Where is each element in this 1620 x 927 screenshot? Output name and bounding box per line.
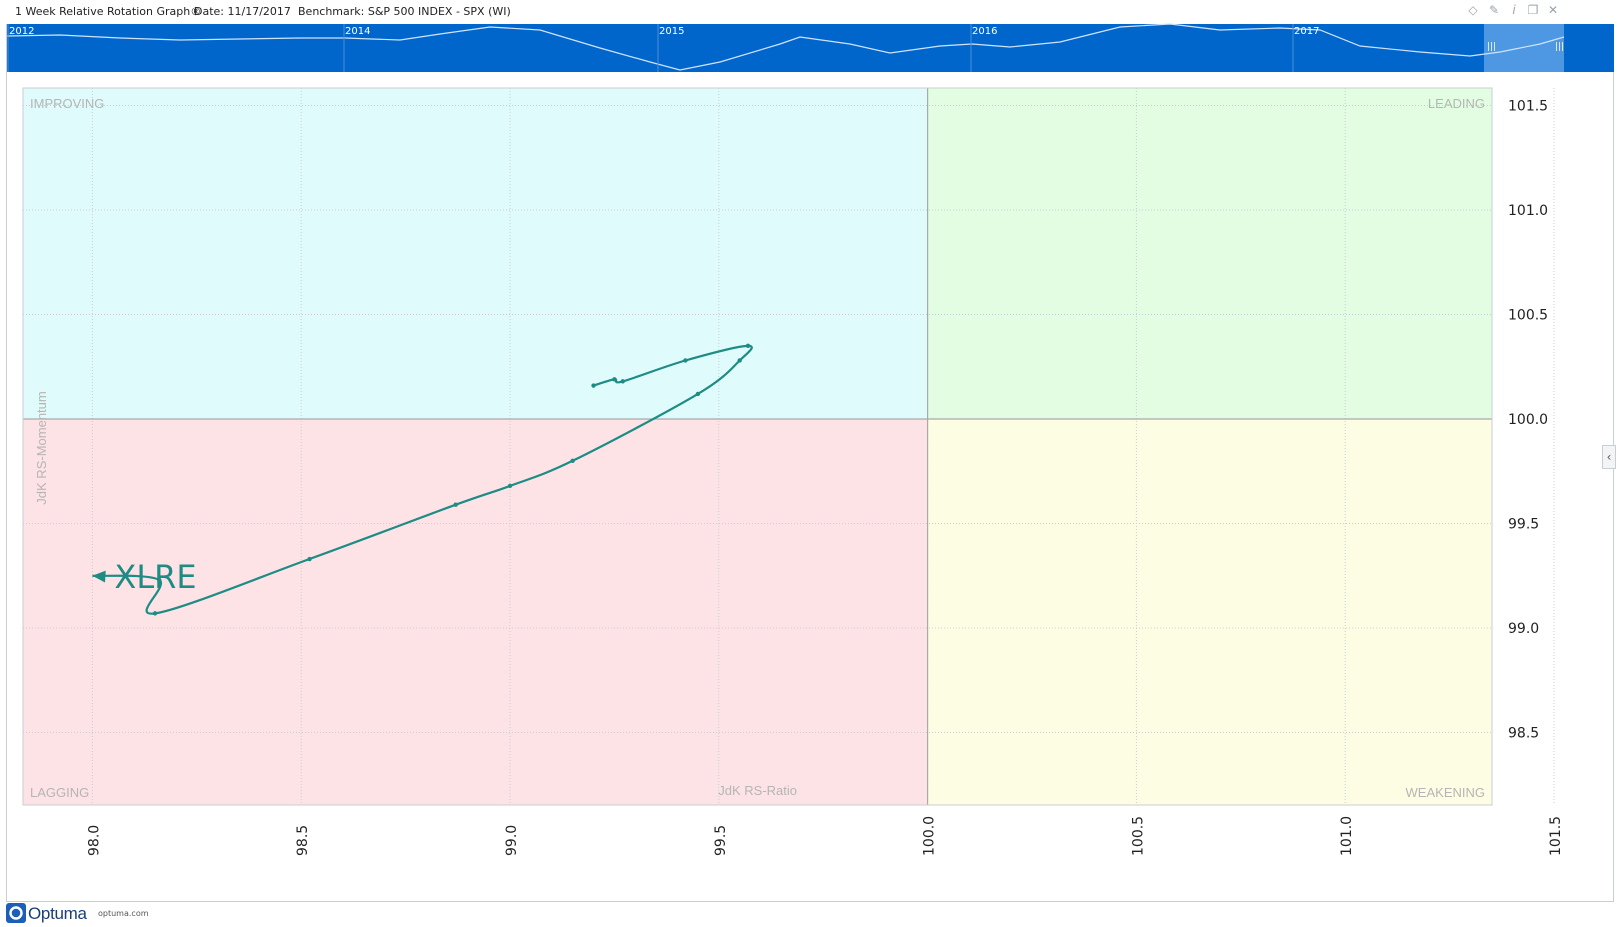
series-tail-point: [453, 502, 458, 507]
series-label: XLRE: [114, 558, 196, 596]
quadrant-backgrounds: [23, 88, 1492, 805]
series-tail-point: [307, 556, 312, 562]
x-axis-title: JdK RS-Ratio: [718, 783, 797, 798]
x-tick-label: 99.5: [713, 825, 729, 856]
x-tick-label: 100.0: [922, 816, 938, 856]
series-tail-point: [152, 611, 158, 616]
series-tail-point: [745, 343, 751, 349]
series-tail-point: [683, 358, 688, 363]
timeline-scroll-handle-left[interactable]: |||: [1487, 42, 1496, 52]
label-leading: LEADING: [1428, 96, 1485, 111]
quadrant-leading: [927, 88, 1492, 419]
timeline-scroll-handle-right[interactable]: |||: [1555, 42, 1564, 52]
y-tick-label: 100.0: [1508, 412, 1548, 428]
y-tick-label: 98.5: [1508, 726, 1539, 742]
y-tick-label: 99.5: [1508, 517, 1539, 533]
series-tail-point: [612, 377, 617, 382]
y-tick-label: 101.0: [1508, 203, 1548, 219]
timeline-year-label: 2014: [345, 26, 370, 37]
x-tick-label: 98.0: [86, 825, 102, 856]
label-lagging: LAGGING: [30, 785, 89, 800]
brand-name[interactable]: Optuma: [28, 904, 87, 924]
y-tick-label: 100.5: [1508, 308, 1548, 324]
quadrant-weakening: [927, 419, 1492, 805]
y-axis-title: JdK RS-Momentum: [34, 391, 49, 504]
series-tail-point: [737, 358, 742, 363]
label-weakening: WEAKENING: [1406, 785, 1485, 800]
y-tick-label: 99.0: [1508, 621, 1539, 637]
optuma-logo-icon: [6, 903, 26, 923]
y-tick-labels: 101.5 101.0 100.5 100.0 99.5 99.0 98.5: [1508, 99, 1548, 742]
series-tail-point: [507, 483, 513, 489]
brand-url[interactable]: optuma.com: [98, 909, 149, 918]
footer: Optuma optuma.com: [6, 898, 306, 927]
timeline-year-label: 2016: [972, 26, 997, 37]
timeline-year-label: 2017: [1294, 26, 1319, 37]
series-tail-point: [591, 383, 596, 388]
x-tick-labels: 96.597.097.598.098.599.099.5100.0100.510…: [86, 816, 1564, 856]
timeline-year-label: 2015: [659, 26, 684, 37]
x-tick-label: 98.5: [295, 825, 311, 856]
timeline-bar[interactable]: 2012 2014 2015 2016 2017 ||| |||: [6, 23, 1614, 72]
timeline-background: [7, 24, 1614, 72]
rrg-chart: 2012 2014 2015 2016 2017 ||| ||| IMPROVING L…: [6, 23, 1614, 856]
series-tail-point: [620, 379, 625, 384]
y-tick-label: 101.5: [1508, 99, 1548, 115]
panel-toggle-chevron-icon[interactable]: ‹: [1602, 445, 1616, 469]
x-tick-label: 99.0: [504, 825, 520, 856]
quadrant-improving: [23, 88, 928, 419]
series-tail-point: [695, 391, 701, 397]
x-tick-label: 101.0: [1339, 816, 1355, 856]
x-tick-label: 101.5: [1548, 816, 1564, 856]
label-improving: IMPROVING: [30, 96, 104, 111]
series-tail-point: [570, 458, 575, 463]
x-tick-label: 100.5: [1130, 816, 1146, 856]
timeline-year-label: 2012: [9, 26, 34, 37]
